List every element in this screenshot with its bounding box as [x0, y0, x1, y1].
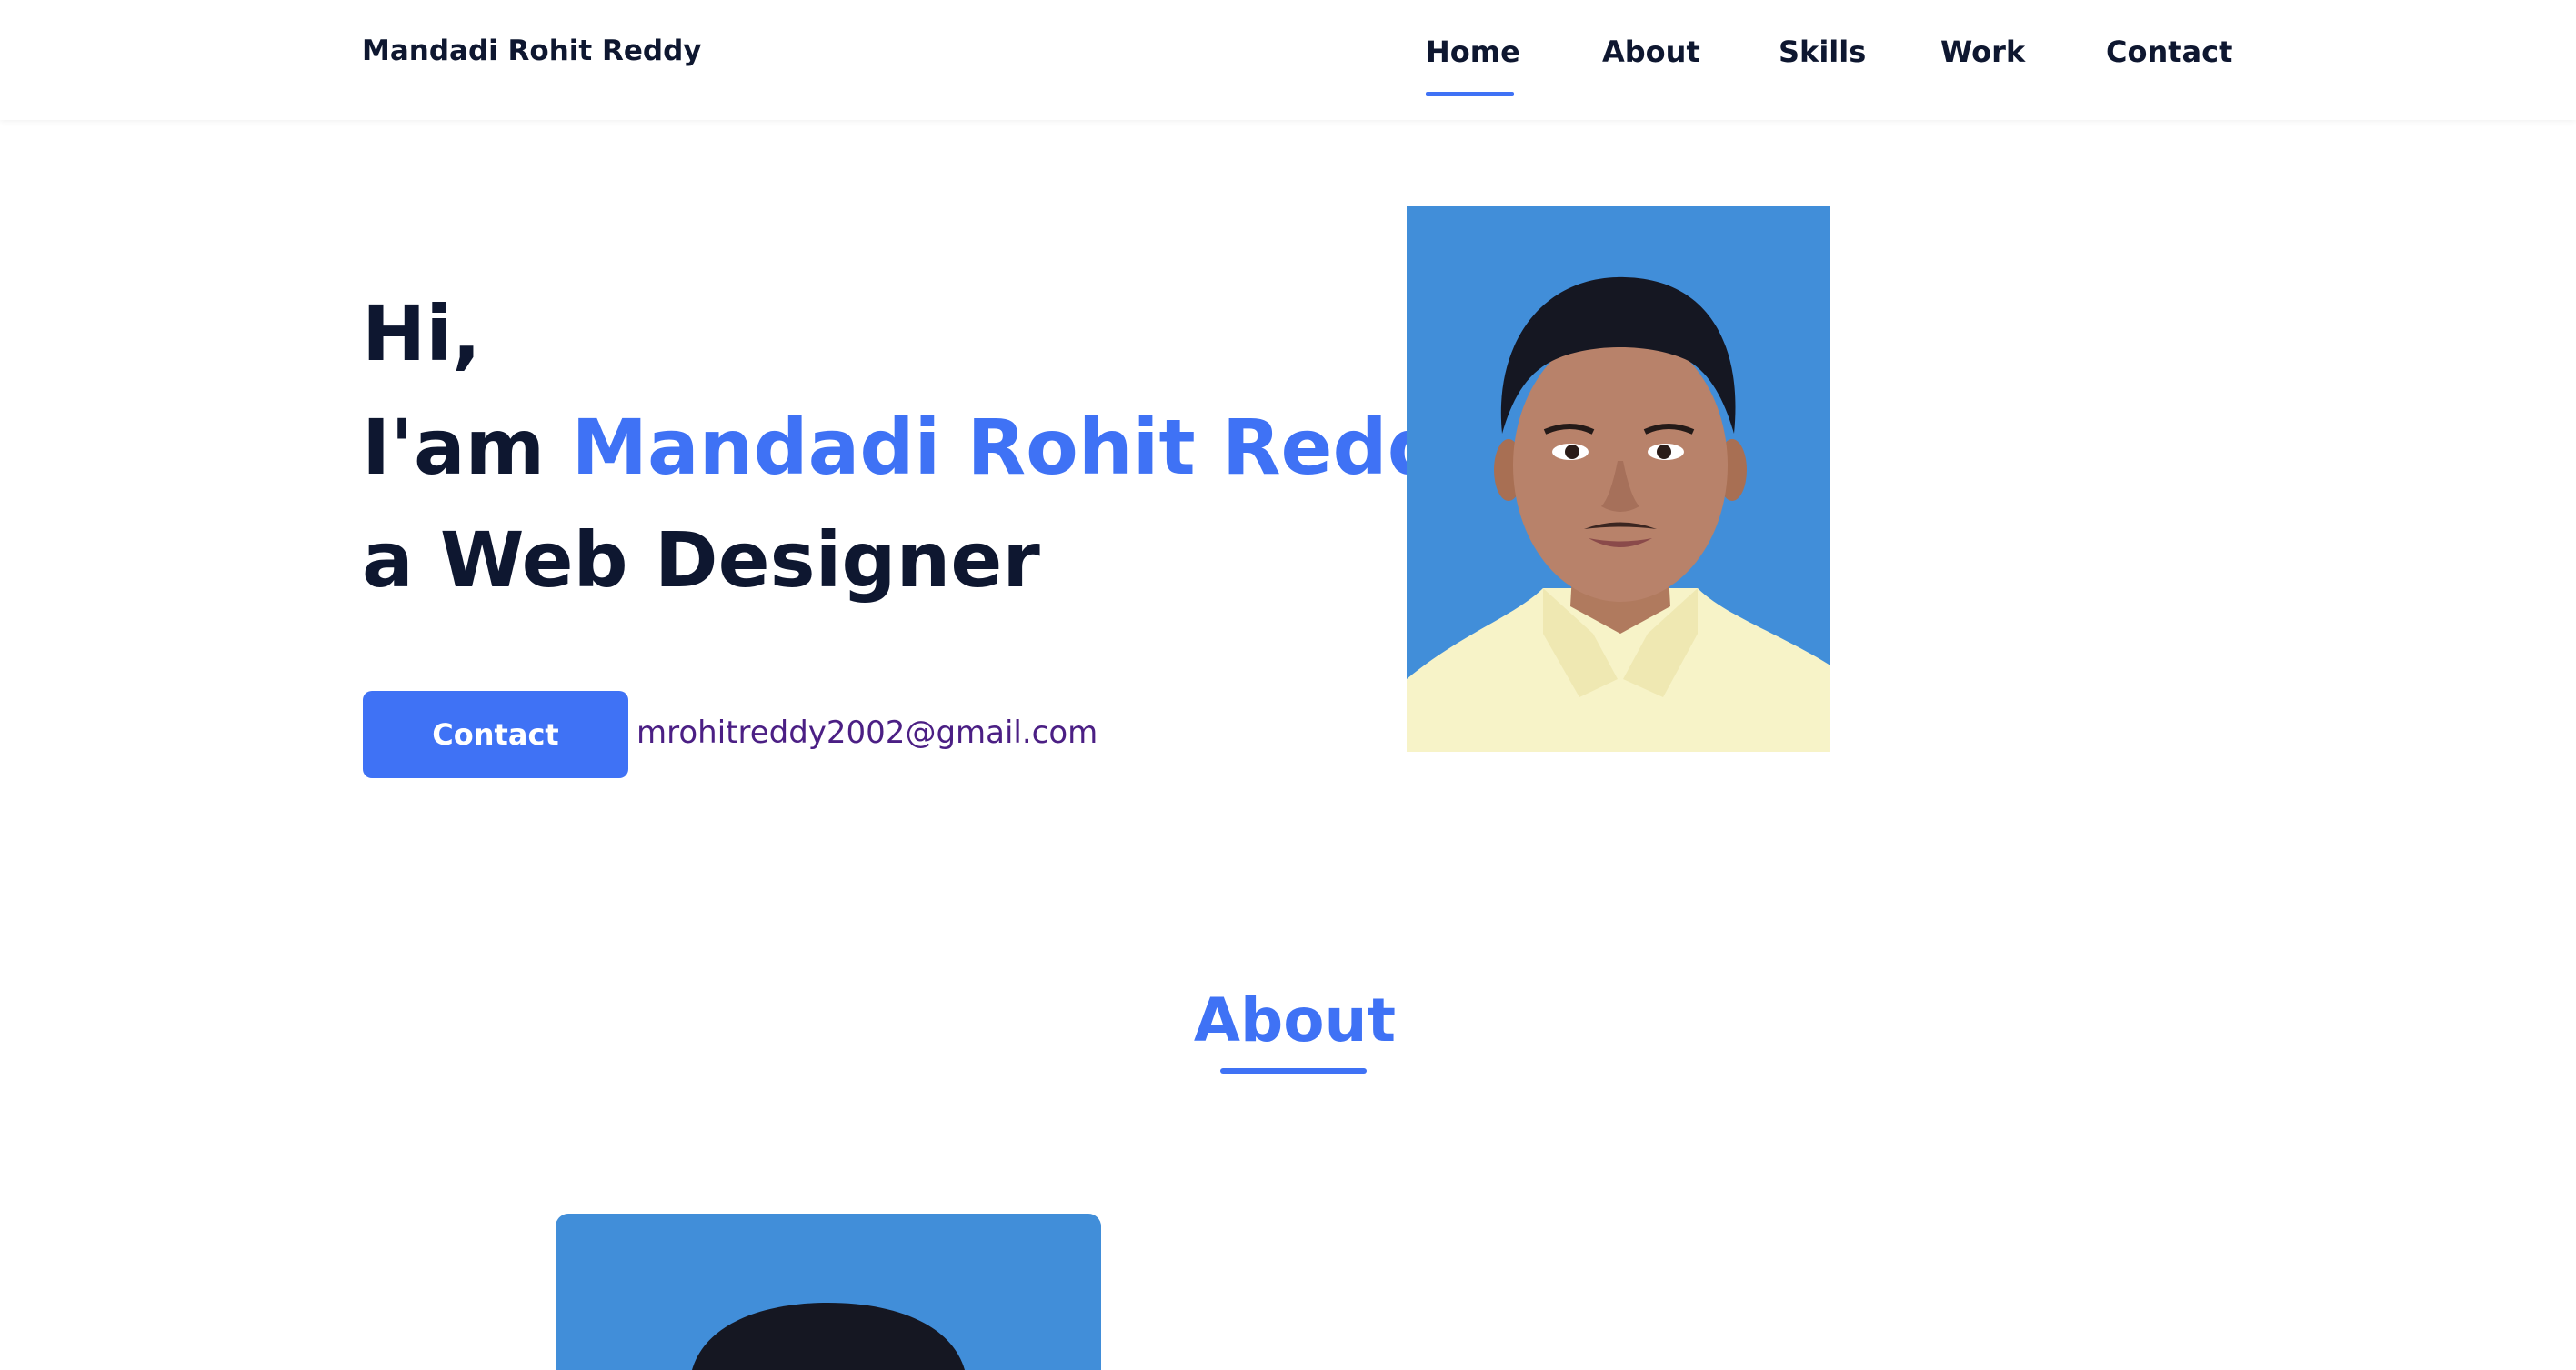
pupil-left [1565, 445, 1579, 459]
nav-active-indicator [1426, 92, 1514, 96]
nav-work[interactable]: Work [1940, 35, 2025, 69]
profile-photo-illustration [1407, 206, 1830, 752]
pupil-right [1657, 445, 1671, 459]
about-underline [1220, 1068, 1367, 1074]
hero-greeting: Hi, [362, 289, 482, 378]
site-header: Mandadi Rohit Reddy Home About Skills Wo… [0, 0, 2576, 120]
hero-iam-prefix: I'am [362, 403, 572, 492]
about-heading: About [1193, 985, 1397, 1055]
about-photo [556, 1214, 1101, 1370]
email-link[interactable]: mrohitreddy2002@gmail.com [636, 715, 1098, 751]
hero-name: Mandadi Rohit Reddy [571, 403, 1492, 492]
hero-role: a Web Designer [362, 515, 1040, 605]
hero-intro: I'am Mandadi Rohit Reddy [362, 403, 1492, 492]
nav-skills[interactable]: Skills [1779, 35, 1866, 69]
contact-button[interactable]: Contact [363, 691, 628, 778]
nav-home[interactable]: Home [1426, 35, 1520, 69]
about-photo-illustration [556, 1214, 1101, 1370]
nav-about[interactable]: About [1602, 35, 1700, 69]
site-logo[interactable]: Mandadi Rohit Reddy [362, 35, 702, 67]
profile-photo [1407, 206, 1830, 752]
nav-contact[interactable]: Contact [2106, 35, 2232, 69]
